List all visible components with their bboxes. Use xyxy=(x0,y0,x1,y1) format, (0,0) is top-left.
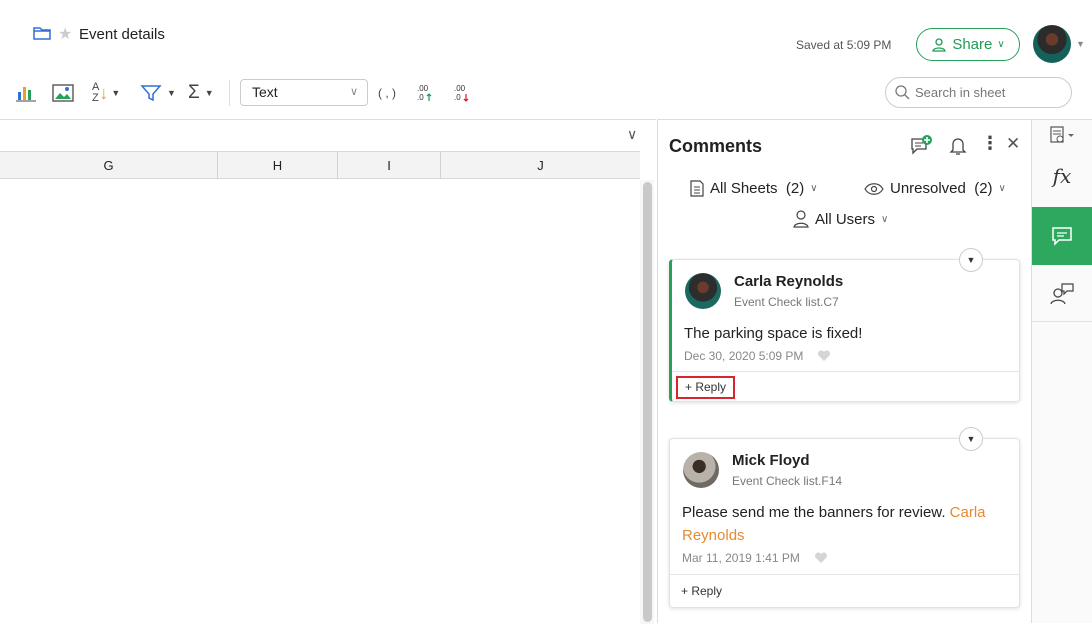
more-options-icon[interactable]: ⋮ xyxy=(981,133,999,154)
share-label: Share xyxy=(952,36,993,53)
folder-icon[interactable] xyxy=(33,25,51,46)
chevron-down-icon: ∨ xyxy=(997,39,1005,50)
chevron-down-icon: ∨ xyxy=(998,183,1006,194)
right-rail: fx xyxy=(1031,119,1092,623)
bell-icon[interactable] xyxy=(949,136,967,161)
filter-icon[interactable]: ▼ xyxy=(140,80,176,106)
toolbar: A Z ↓ ▼ ▼ Σ ▼ Text ∨ ( , ) .00.0 .00.0 Searc… xyxy=(0,72,1092,116)
comment-text: Please send me the banners for review. C… xyxy=(682,501,1002,547)
svg-text:.00: .00 xyxy=(454,84,466,93)
heart-icon[interactable] xyxy=(817,350,831,362)
spreadsheet-grid[interactable]: ∨ G H I J xyxy=(0,119,656,624)
user-icon xyxy=(793,210,809,228)
share-button[interactable]: Share ∨ xyxy=(916,28,1020,61)
chevron-down-icon[interactable]: ∨ xyxy=(627,126,637,143)
sheet-view-icon xyxy=(1050,126,1074,143)
eye-icon xyxy=(864,182,884,195)
user-icon xyxy=(932,37,947,52)
sort-icon[interactable]: A Z ↓ ▼ xyxy=(92,80,120,106)
avatar[interactable] xyxy=(1033,25,1071,63)
sheets-filter[interactable]: All Sheets (2) ∨ xyxy=(690,180,818,197)
search-icon xyxy=(895,85,910,100)
users-filter[interactable]: All Users ∨ xyxy=(793,210,888,228)
sum-icon[interactable]: Σ ▼ xyxy=(188,80,214,106)
comment-cell-ref[interactable]: Event Check list.C7 xyxy=(734,295,839,309)
divider xyxy=(229,80,230,106)
svg-text:.0: .0 xyxy=(454,93,461,102)
comment-meta: Mar 11, 2019 1:41 PM xyxy=(682,551,828,565)
status-filter[interactable]: Unresolved (2) ∨ xyxy=(864,180,1006,197)
status-filter-label: Unresolved (2) xyxy=(890,180,993,197)
column-header-j[interactable]: J xyxy=(441,152,640,179)
search-placeholder: Search in sheet xyxy=(915,85,1006,100)
comment-card[interactable]: ▼ Mick Floyd Event Check list.F14 Please… xyxy=(669,427,1020,608)
comments-tab-button[interactable] xyxy=(1032,207,1092,265)
comment-body: Please send me the banners for review. xyxy=(682,504,946,521)
users-filter-label: All Users xyxy=(815,210,876,228)
reply-button[interactable]: + Reply xyxy=(676,376,736,399)
comment-footer: + Reply xyxy=(670,574,1019,607)
comment-menu-button[interactable]: ▼ xyxy=(959,427,983,451)
increase-decimal-icon[interactable]: .00.0 xyxy=(416,80,434,106)
svg-text:.0: .0 xyxy=(417,93,424,102)
comment-meta: Dec 30, 2020 5:09 PM xyxy=(684,349,831,363)
column-header-h[interactable]: H xyxy=(218,152,338,179)
add-comment-icon[interactable] xyxy=(910,135,934,162)
document-title[interactable]: Event details xyxy=(79,26,165,43)
image-icon[interactable] xyxy=(52,80,74,106)
chevron-down-icon: ∨ xyxy=(349,86,358,98)
comment-date: Mar 11, 2019 1:41 PM xyxy=(682,551,800,565)
chart-icon[interactable] xyxy=(15,80,37,106)
panel-title: Comments xyxy=(669,136,763,156)
caret-down-icon[interactable]: ▼ xyxy=(1076,39,1085,49)
column-header-g[interactable]: G xyxy=(0,152,218,179)
comment-cell-ref[interactable]: Event Check list.F14 xyxy=(732,474,842,488)
reply-button[interactable]: + Reply xyxy=(674,581,729,604)
saved-status: Saved at 5:09 PM xyxy=(796,38,892,52)
search-input[interactable]: Search in sheet xyxy=(885,77,1072,108)
comment-date: Dec 30, 2020 5:09 PM xyxy=(684,349,804,363)
number-format-select[interactable]: Text ∨ xyxy=(240,79,368,106)
star-icon[interactable]: ★ xyxy=(58,24,72,44)
thousands-separator-button[interactable]: ( , ) xyxy=(378,80,396,106)
vertical-scrollbar[interactable] xyxy=(640,180,654,624)
heart-icon[interactable] xyxy=(814,552,828,564)
chevron-down-icon: ∨ xyxy=(810,183,818,194)
chevron-down-icon: ∨ xyxy=(881,213,889,225)
comment-author: Carla Reynolds xyxy=(734,273,844,290)
close-icon[interactable]: ✕ xyxy=(1006,134,1020,154)
column-header-row: G H I J xyxy=(0,151,640,179)
scrollbar-thumb[interactable] xyxy=(643,182,652,622)
sheet-settings-button[interactable] xyxy=(1032,122,1092,150)
document-icon xyxy=(690,180,704,197)
avatar xyxy=(685,273,721,309)
column-header-i[interactable]: I xyxy=(338,152,441,179)
comment-menu-button[interactable]: ▼ xyxy=(959,248,983,272)
comment-card[interactable]: ▼ Carla Reynolds Event Check list.C7 The… xyxy=(669,248,1020,402)
comment-author: Mick Floyd xyxy=(732,452,810,469)
collaborators-button[interactable] xyxy=(1032,266,1092,322)
comment-footer: + Reply xyxy=(672,371,1019,401)
comment-body: The parking space is fixed! xyxy=(684,325,863,342)
title-bar: ★ Event details Saved at 5:09 PM Share ∨… xyxy=(0,0,1092,70)
svg-text:.00: .00 xyxy=(417,84,429,93)
function-icon[interactable]: fx xyxy=(1032,156,1092,196)
sheets-filter-label: All Sheets (2) xyxy=(710,180,805,197)
comment-text: The parking space is fixed! xyxy=(684,322,1004,345)
chat-user-icon xyxy=(1050,282,1074,304)
number-format-value: Text xyxy=(252,84,278,100)
comment-icon xyxy=(1052,227,1072,246)
comments-panel: Comments ⋮ ✕ All Sheets (2) ∨ Unresolved… xyxy=(657,119,1031,623)
avatar xyxy=(683,452,719,488)
decrease-decimal-icon[interactable]: .00.0 xyxy=(453,80,471,106)
